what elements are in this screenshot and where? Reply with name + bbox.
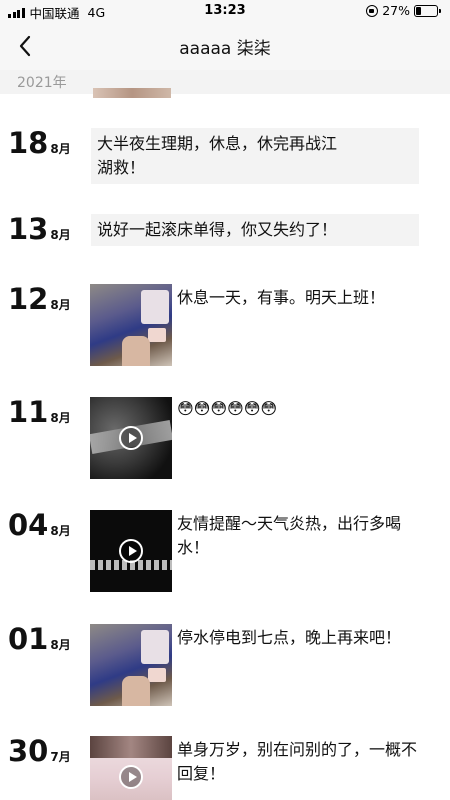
entry-date: 12 8月: [8, 282, 71, 316]
entry-day: 18: [8, 126, 49, 160]
play-icon[interactable]: [119, 765, 143, 789]
entry-date: 30 7月: [8, 734, 71, 768]
post-caption: 友情提醒～天气炎热，出行多喝水！: [177, 514, 402, 557]
page-title: aaaaa 柒柒: [179, 39, 271, 59]
moment-entry[interactable]: 01 8月 停水停电到七点，晚上再来吧！: [0, 622, 450, 708]
text-post: 大半夜生理期，休息，休完再战江湖救！: [91, 128, 419, 184]
entry-date: 01 8月: [8, 622, 71, 656]
moment-entry[interactable]: 30 7月 单身万岁，别在问别的了，一概不回复！: [0, 734, 450, 800]
text-post: 说好一起滚床单得，你又失约了！: [91, 214, 419, 246]
post-caption: 😳😳😳😳😳😳: [177, 399, 278, 418]
moment-entry[interactable]: 04 8月 友情提醒～天气炎热，出行多喝水！: [0, 508, 450, 594]
entry-month: 8月: [50, 411, 71, 425]
entry-month: 8月: [50, 142, 71, 156]
year-header: 2021年: [0, 70, 450, 94]
moments-feed[interactable]: 18 8月 大半夜生理期，休息，休完再战江湖救！ 13 8月 说好一起滚床单得，…: [0, 94, 450, 800]
moment-entry[interactable]: 11 8月 😳😳😳😳😳😳: [0, 395, 450, 481]
entry-day: 13: [8, 212, 49, 246]
video-thumbnail[interactable]: [90, 397, 172, 479]
video-thumbnail[interactable]: [90, 736, 172, 800]
entry-day: 04: [8, 508, 49, 542]
entry-day: 01: [8, 622, 49, 656]
entry-day: 12: [8, 282, 49, 316]
post-caption: 休息一天，有事。明天上班！: [177, 288, 386, 307]
orientation-lock-icon: [366, 4, 379, 17]
play-icon[interactable]: [119, 426, 143, 450]
nav-bar: aaaaa 柒柒: [0, 22, 450, 70]
entry-date: 13 8月: [8, 212, 71, 246]
post-caption: 单身万岁，别在问别的了，一概不回复！: [177, 740, 418, 783]
entry-month: 8月: [50, 524, 71, 538]
entry-month: 7月: [50, 750, 71, 764]
battery-icon: [414, 4, 441, 17]
entry-day: 11: [8, 395, 49, 429]
moment-entry[interactable]: 13 8月 说好一起滚床单得，你又失约了！: [0, 212, 450, 252]
photo-thumbnail[interactable]: [90, 284, 172, 366]
entry-month: 8月: [50, 638, 71, 652]
entry-date: 11 8月: [8, 395, 71, 429]
post-caption: 停水停电到七点，晚上再来吧！: [177, 628, 402, 647]
battery-level: [416, 6, 422, 15]
play-icon[interactable]: [119, 539, 143, 563]
battery-percent: 27%: [382, 3, 410, 18]
year-label: 2021年: [17, 75, 67, 91]
video-thumbnail[interactable]: [90, 510, 172, 592]
photo-thumbnail[interactable]: [90, 624, 172, 706]
entry-date: 18 8月: [8, 126, 71, 160]
entry-month: 8月: [50, 298, 71, 312]
entry-day: 30: [8, 734, 49, 768]
status-right: 27%: [366, 3, 441, 18]
status-bar: 中国联通 4G 13:23 27%: [0, 0, 450, 22]
moment-entry[interactable]: 12 8月 休息一天，有事。明天上班！: [0, 282, 450, 368]
entry-month: 8月: [50, 228, 71, 242]
moment-entry[interactable]: 18 8月 大半夜生理期，休息，休完再战江湖救！: [0, 126, 450, 190]
entry-date: 04 8月: [8, 508, 71, 542]
